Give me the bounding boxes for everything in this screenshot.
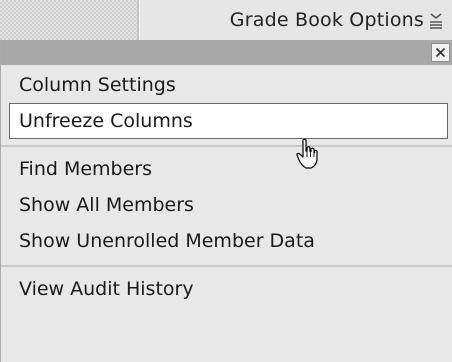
close-button[interactable] [431,43,450,62]
grade-book-window: Grade Book Options Column Settings Unfre… [0,0,452,362]
menu-item-find-members[interactable]: Find Members [1,151,452,187]
menu-item-unfreeze-columns[interactable]: Unfreeze Columns [9,103,448,139]
menu-item-label: Column Settings [19,74,176,96]
menu-item-label: Show All Members [19,194,194,216]
grade-book-options-button[interactable]: Grade Book Options [139,0,452,40]
toolbar: Grade Book Options [0,0,452,40]
menu-separator [1,265,452,267]
grade-book-options-label: Grade Book Options [229,9,424,31]
menu-header [1,40,452,65]
toolbar-spacer [0,0,139,40]
menu-item-show-unenrolled-member-data[interactable]: Show Unenrolled Member Data [1,223,452,259]
menu-item-label: Find Members [19,158,153,180]
menu-item-label: View Audit History [19,278,194,300]
menu-dropdown-icon [428,10,444,30]
grade-book-options-menu: Column Settings Unfreeze Columns Find Me… [0,40,452,362]
menu-item-column-settings[interactable]: Column Settings [1,67,452,103]
menu-item-label: Show Unenrolled Member Data [19,230,315,252]
menu-item-label: Unfreeze Columns [19,110,193,132]
menu-separator [1,145,452,147]
menu-item-show-all-members[interactable]: Show All Members [1,187,452,223]
menu-list: Column Settings Unfreeze Columns Find Me… [1,67,452,307]
close-icon [435,47,446,58]
menu-item-view-audit-history[interactable]: View Audit History [1,271,452,307]
